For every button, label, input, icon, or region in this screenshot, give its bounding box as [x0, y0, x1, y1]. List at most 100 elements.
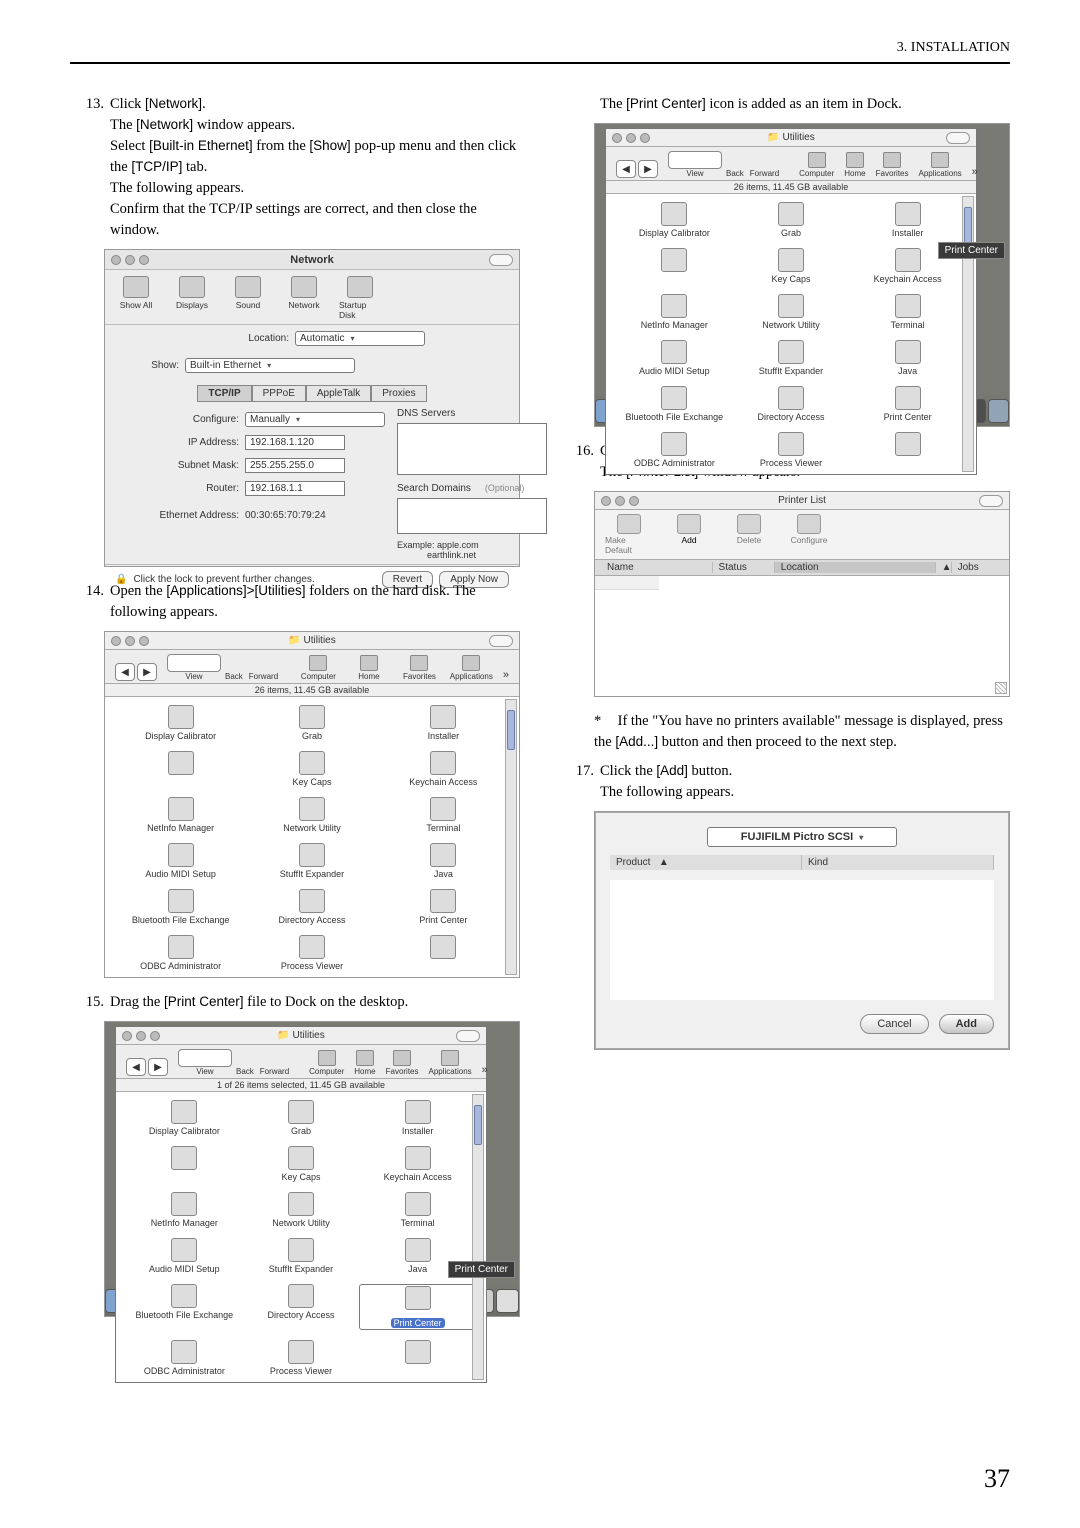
back-button[interactable]: ◀ — [115, 663, 135, 681]
list-item[interactable] — [115, 751, 246, 787]
tab-proxies[interactable]: Proxies — [371, 385, 426, 402]
list-item[interactable] — [595, 576, 659, 590]
forward-button[interactable]: ▶ — [638, 160, 658, 178]
list-item[interactable]: Display Calibrator — [616, 202, 733, 238]
list-item[interactable]: Terminal — [359, 1192, 476, 1228]
list-item[interactable]: Network Utility — [243, 1192, 360, 1228]
router-field[interactable]: 192.168.1.1 — [245, 481, 345, 496]
view-segmented[interactable] — [178, 1049, 232, 1067]
list-item[interactable]: Print Center — [378, 889, 509, 925]
fav-computer[interactable]: Computer — [298, 655, 339, 681]
configure-printer-button[interactable]: Configure — [785, 514, 833, 555]
makedefault-button[interactable]: Make Default — [605, 514, 653, 555]
list-item[interactable] — [849, 432, 966, 468]
col-jobs[interactable]: Jobs — [951, 562, 1003, 573]
minimize-icon[interactable] — [125, 636, 135, 646]
expand-button[interactable]: » — [482, 1064, 488, 1076]
configure-select[interactable]: Manually▾ — [245, 412, 385, 427]
close-icon[interactable] — [612, 133, 622, 143]
list-item[interactable]: NetInfo Manager — [616, 294, 733, 330]
toolbar-toggle-icon[interactable] — [979, 495, 1003, 507]
list-item[interactable]: Keychain Access — [378, 751, 509, 787]
close-icon[interactable] — [601, 496, 611, 506]
list-item[interactable] — [378, 935, 509, 971]
list-item[interactable]: Audio MIDI Setup — [126, 1238, 243, 1274]
close-icon[interactable] — [111, 255, 121, 265]
list-item[interactable]: Bluetooth File Exchange — [126, 1284, 243, 1330]
view-segmented[interactable] — [167, 654, 221, 672]
list-item[interactable] — [126, 1146, 243, 1182]
toolbar-toggle-icon[interactable] — [489, 254, 513, 266]
back-button[interactable]: ◀ — [126, 1058, 146, 1076]
list-item[interactable]: StuffIt Expander — [243, 1238, 360, 1274]
col-status[interactable]: Status — [712, 562, 774, 573]
list-item[interactable]: Process Viewer — [733, 432, 850, 468]
zoom-icon[interactable] — [150, 1031, 160, 1041]
list-item[interactable]: ODBC Administrator — [115, 935, 246, 971]
list-item[interactable]: Network Utility — [733, 294, 850, 330]
list-item[interactable]: Bluetooth File Exchange — [616, 386, 733, 422]
list-item[interactable]: Display Calibrator — [126, 1100, 243, 1136]
list-item[interactable]: Grab — [243, 1100, 360, 1136]
delete-printer-button[interactable]: Delete — [725, 514, 773, 555]
minimize-icon[interactable] — [125, 255, 135, 265]
list-item[interactable]: Audio MIDI Setup — [616, 340, 733, 376]
list-item[interactable]: Directory Access — [733, 386, 850, 422]
minimize-icon[interactable] — [136, 1031, 146, 1041]
zoom-icon[interactable] — [629, 496, 639, 506]
fav-favorites[interactable]: Favorites — [876, 152, 909, 178]
resize-handle-icon[interactable] — [995, 682, 1007, 694]
col-product[interactable]: Product ▲ — [610, 855, 802, 870]
list-item[interactable]: Installer — [378, 705, 509, 741]
network-button[interactable]: Network — [283, 276, 325, 320]
source-select[interactable]: FUJIFILM Pictro SCSI ▾ — [707, 827, 897, 847]
list-item[interactable]: Installer — [849, 202, 966, 238]
add-printer-button[interactable]: Add — [665, 514, 713, 555]
dock-item[interactable] — [496, 1289, 519, 1313]
scrollbar[interactable] — [472, 1094, 484, 1380]
list-item[interactable]: Audio MIDI Setup — [115, 843, 246, 879]
minimize-icon[interactable] — [626, 133, 636, 143]
close-icon[interactable] — [111, 636, 121, 646]
list-item[interactable]: Keychain Access — [359, 1146, 476, 1182]
view-segmented[interactable] — [668, 151, 722, 169]
tab-appletalk[interactable]: AppleTalk — [306, 385, 371, 402]
list-item[interactable]: Directory Access — [243, 1284, 360, 1330]
minimize-icon[interactable] — [615, 496, 625, 506]
show-select[interactable]: Built-in Ethernet▾ — [185, 358, 355, 373]
fav-applications[interactable]: Applications — [450, 655, 493, 681]
fav-home[interactable]: Home — [844, 152, 865, 178]
list-item[interactable] — [359, 1340, 476, 1376]
cancel-button[interactable]: Cancel — [860, 1014, 928, 1034]
list-item[interactable]: Java — [378, 843, 509, 879]
list-item[interactable]: Installer — [359, 1100, 476, 1136]
displays-button[interactable]: Displays — [171, 276, 213, 320]
list-item[interactable]: Terminal — [849, 294, 966, 330]
list-item[interactable]: Key Caps — [733, 248, 850, 284]
back-button[interactable]: ◀ — [616, 160, 636, 178]
startup-button[interactable]: Startup Disk — [339, 276, 381, 320]
col-kind[interactable]: Kind — [802, 855, 994, 870]
zoom-icon[interactable] — [139, 636, 149, 646]
tab-tcpip[interactable]: TCP/IP — [197, 385, 251, 402]
list-item[interactable]: Directory Access — [246, 889, 377, 925]
fav-applications[interactable]: Applications — [429, 1050, 472, 1076]
fav-favorites[interactable]: Favorites — [386, 1050, 419, 1076]
list-item[interactable]: Grab — [246, 705, 377, 741]
location-select[interactable]: Automatic▾ — [295, 331, 425, 346]
col-name[interactable]: Name — [601, 562, 712, 573]
showall-button[interactable]: Show All — [115, 276, 157, 320]
forward-button[interactable]: ▶ — [148, 1058, 168, 1076]
ip-field[interactable]: 192.168.1.120 — [245, 435, 345, 450]
list-item[interactable]: StuffIt Expander — [733, 340, 850, 376]
list-item[interactable]: NetInfo Manager — [126, 1192, 243, 1228]
list-item[interactable]: Key Caps — [243, 1146, 360, 1182]
col-location[interactable]: Location — [774, 562, 935, 573]
list-item[interactable]: Display Calibrator — [115, 705, 246, 741]
sort-icon[interactable]: ▲ — [935, 562, 951, 573]
list-item[interactable]: ODBC Administrator — [126, 1340, 243, 1376]
list-item[interactable]: Grab — [733, 202, 850, 238]
searchdomains-textarea[interactable] — [397, 498, 547, 534]
list-item[interactable]: Process Viewer — [243, 1340, 360, 1376]
list-item[interactable]: Key Caps — [246, 751, 377, 787]
